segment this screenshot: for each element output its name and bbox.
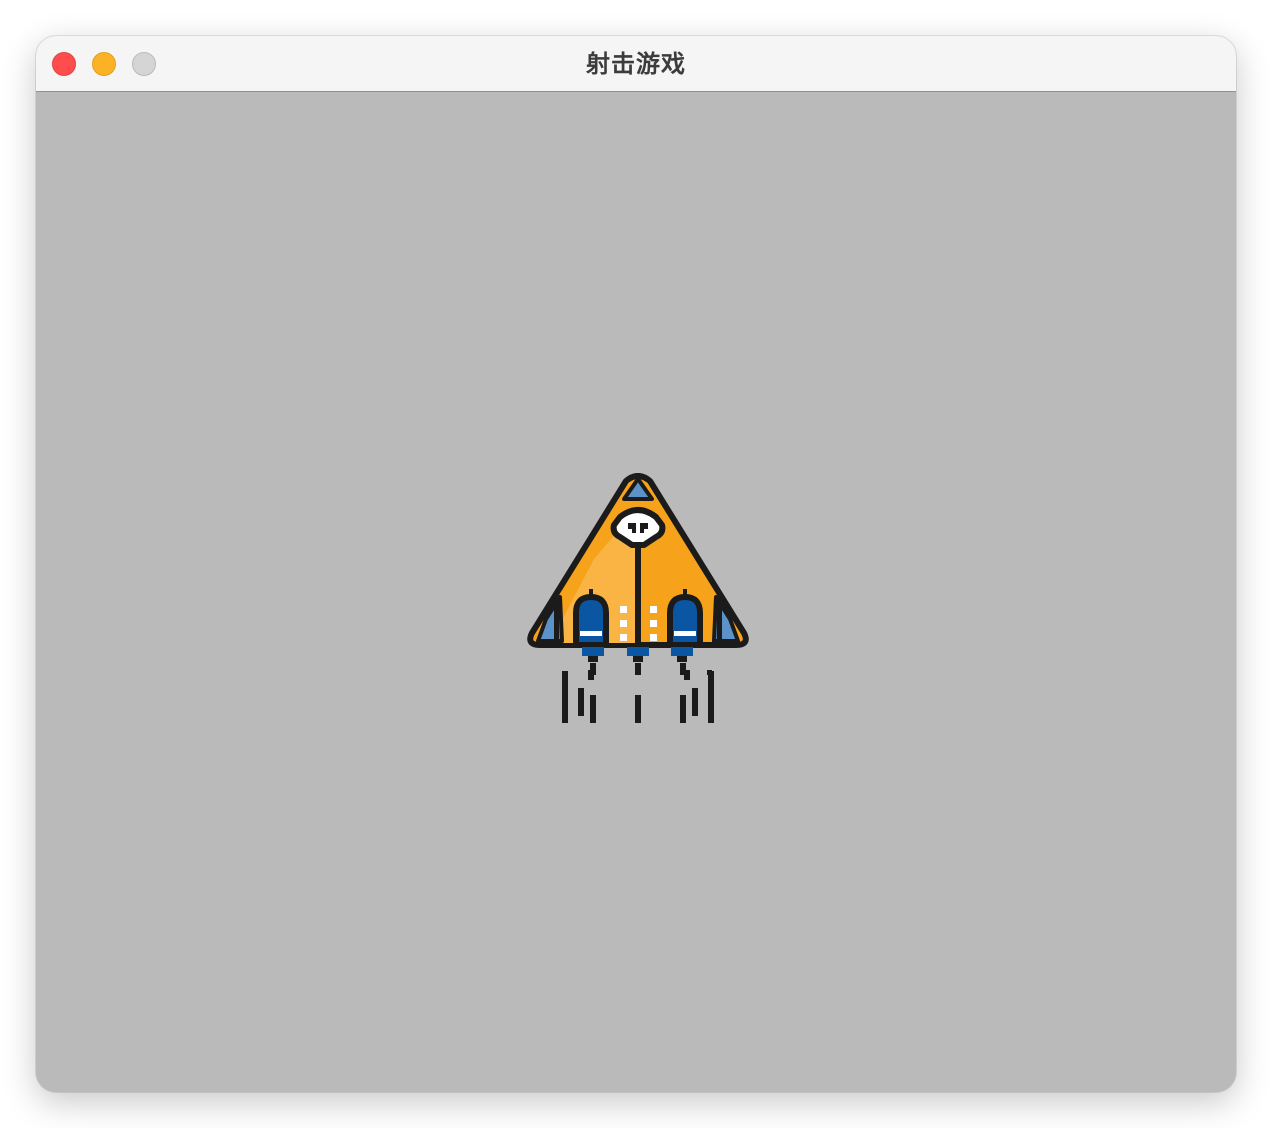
- game-canvas[interactable]: [36, 93, 1236, 1092]
- game-window: 射击游戏: [36, 36, 1236, 1092]
- right-engine: [667, 593, 703, 648]
- title-bar[interactable]: 射击游戏: [36, 36, 1236, 92]
- window-title: 射击游戏: [586, 50, 686, 78]
- player-spaceship-icon: [527, 473, 749, 723]
- left-engine: [573, 593, 609, 648]
- cockpit: [610, 507, 666, 548]
- exhaust-trails: [562, 663, 714, 723]
